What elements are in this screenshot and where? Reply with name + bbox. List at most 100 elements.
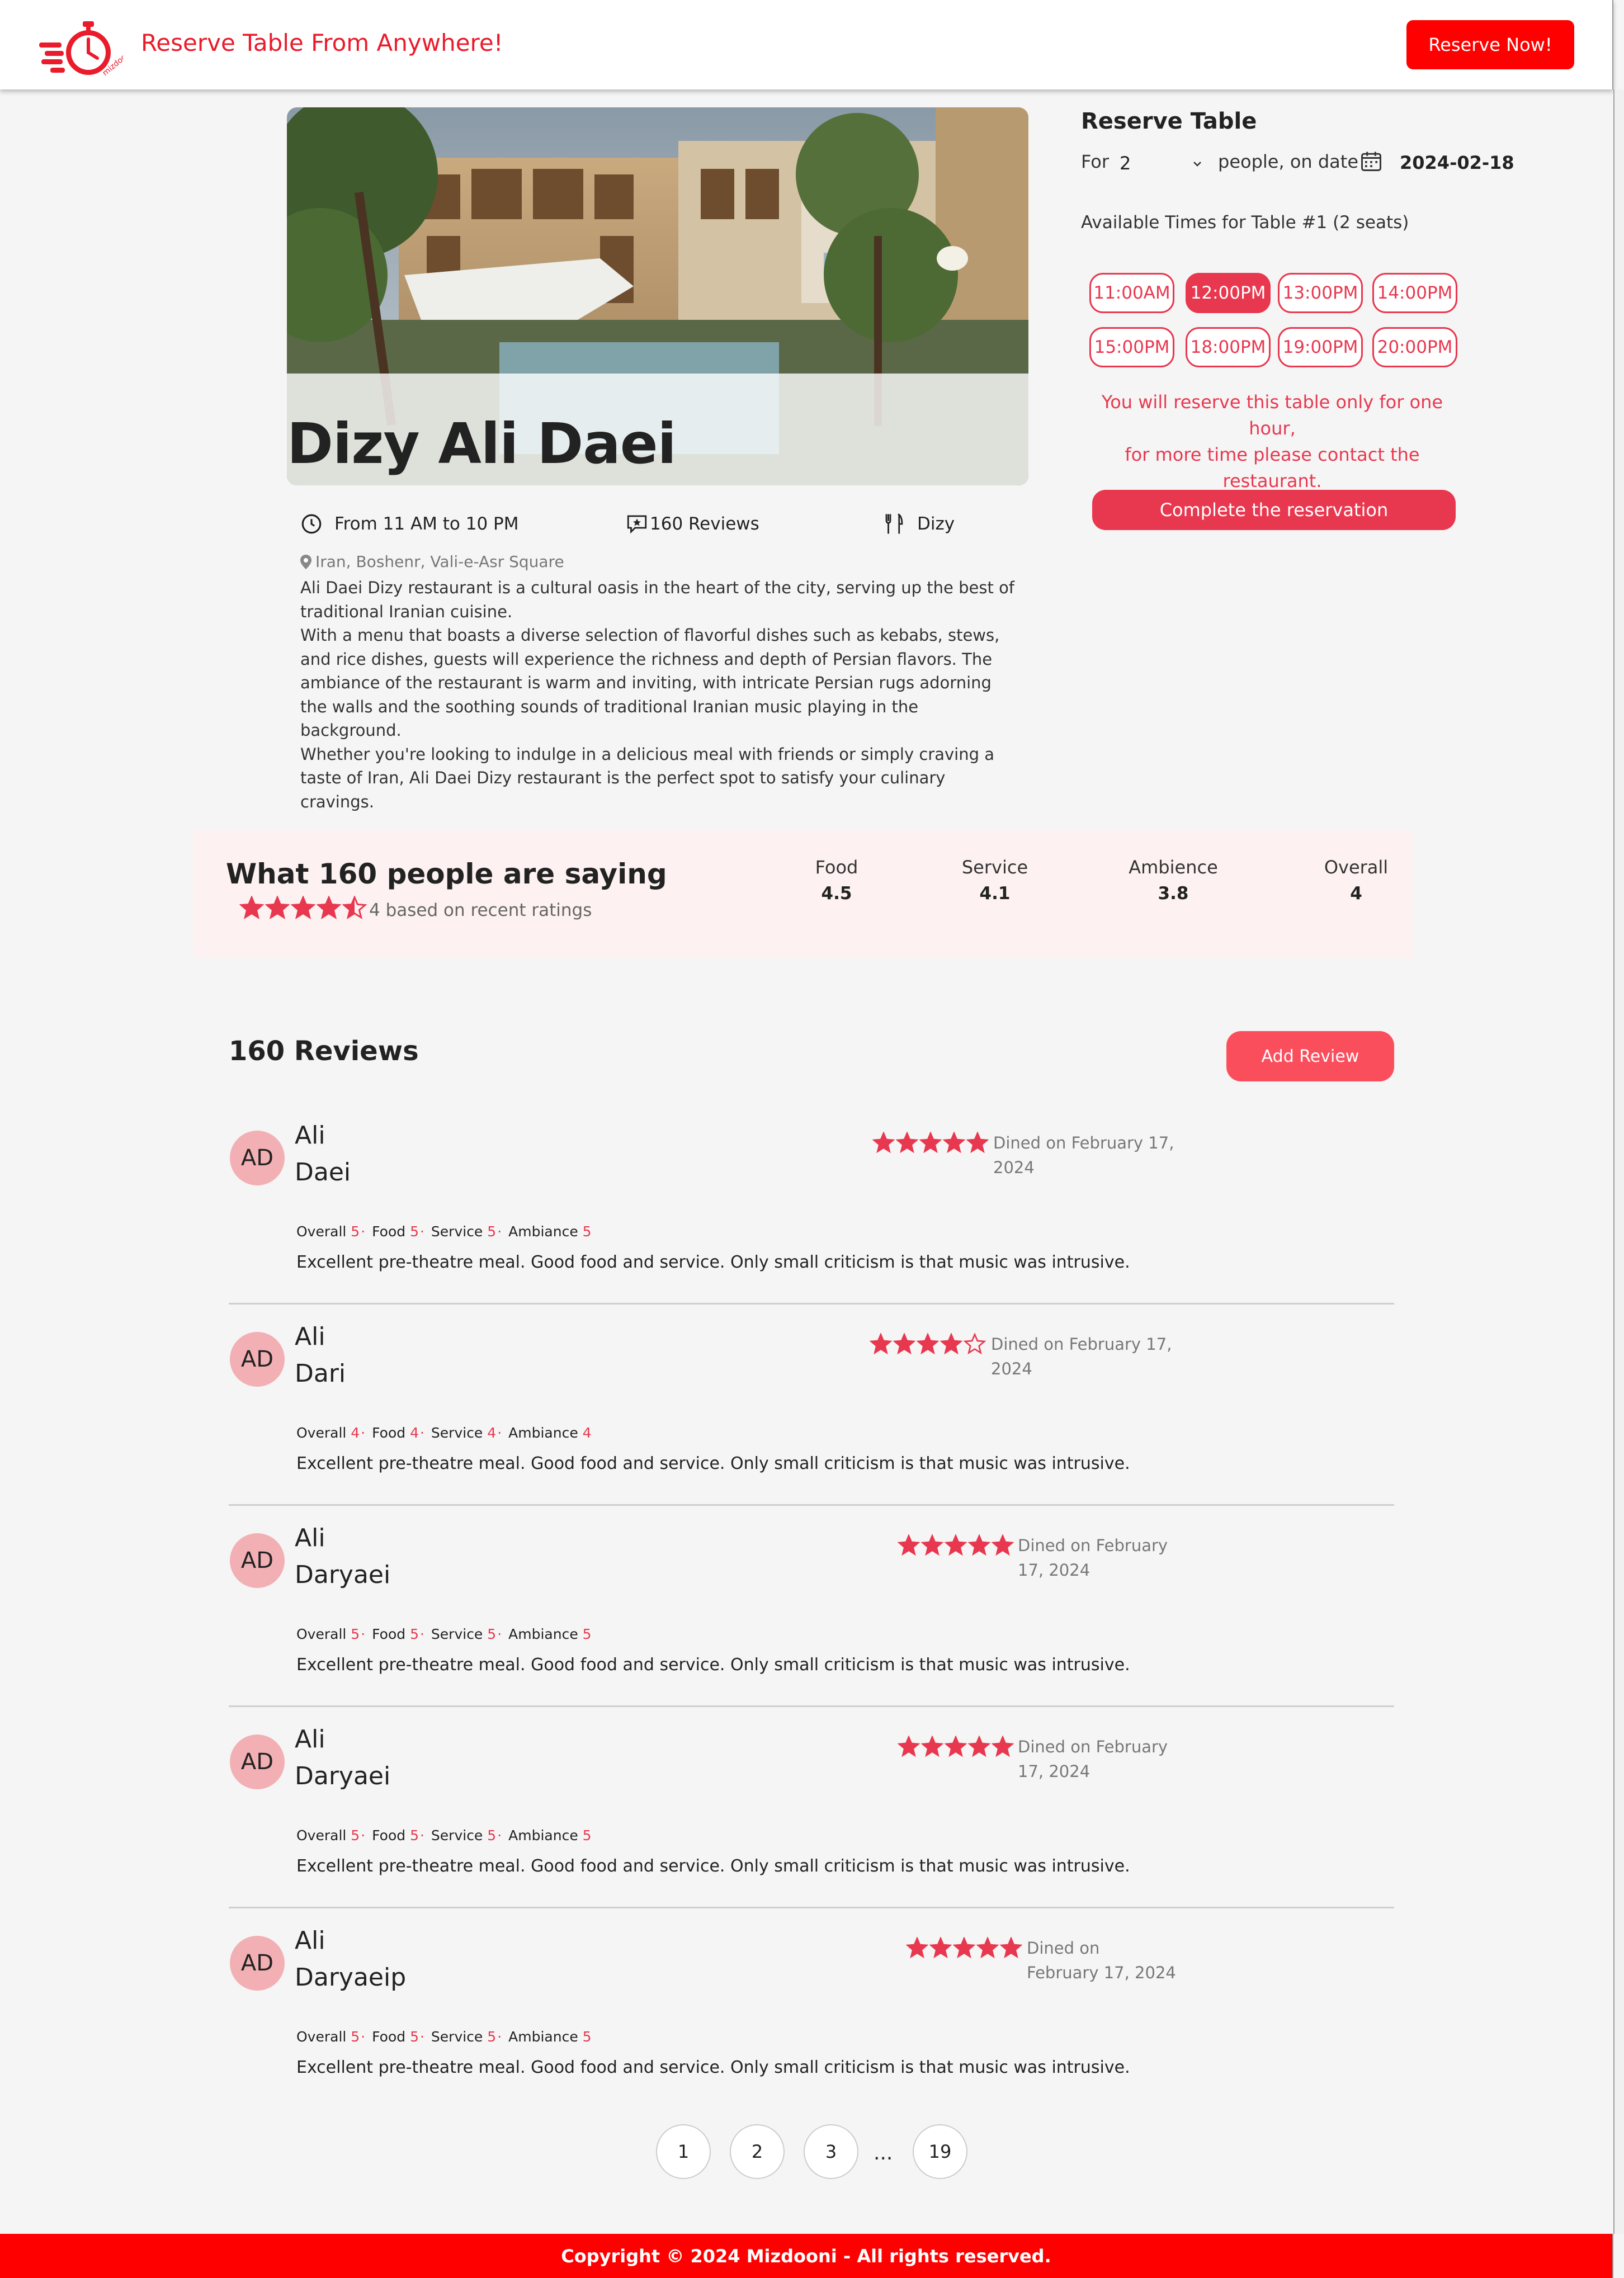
review-stars: [906, 1937, 1023, 1962]
summary-stars: [239, 896, 368, 923]
star-icon: [239, 896, 264, 920]
star-icon: [940, 1333, 962, 1355]
restaurant-description: Ali Daei Dizy restaurant is a cultural o…: [300, 576, 1022, 814]
ratings-summary: What 160 people are saying 4 based on re…: [193, 830, 1413, 957]
score-value: 5: [351, 2029, 360, 2045]
fork-knife-icon: [885, 513, 903, 534]
star-icon: [870, 1333, 892, 1355]
review-text: Excellent pre-theatre meal. Good food an…: [296, 2058, 1130, 2077]
review-scores: Overall 5· Food 5· Service 5· Ambiance 5: [296, 1626, 592, 1642]
star-icon: [317, 896, 341, 920]
location-info: Iran, Boshenr, Vali-e-Asr Square: [300, 552, 564, 571]
avatar: AD: [230, 1936, 285, 1991]
time-slot-button[interactable]: 14:00PM: [1372, 273, 1457, 313]
scrollbar-track[interactable]: [1613, 89, 1624, 2234]
clock-icon: [301, 514, 322, 534]
score-separator: ·: [419, 1827, 424, 1844]
score-value: 5: [410, 2029, 419, 2045]
score-value: 5: [487, 1223, 497, 1240]
mizdooni-logo-icon[interactable]: mizdooni: [39, 20, 123, 79]
reviewer-first-name: Ali: [295, 1322, 325, 1351]
score-separator: ·: [497, 1223, 502, 1240]
reviewer-name: Ali Daryaei: [295, 1721, 462, 1795]
dined-date-line: Dined on February: [1018, 1536, 1168, 1555]
star-icon: [953, 1937, 975, 1959]
star-icon: [291, 896, 315, 920]
page-button-1[interactable]: 1: [656, 2124, 711, 2179]
chevron-down-icon[interactable]: [1191, 158, 1203, 170]
star-icon: [943, 1132, 965, 1154]
metric-value: 3.8: [1158, 883, 1189, 904]
metric-ambience: Ambience 3.8: [1117, 857, 1229, 904]
time-slot-button[interactable]: 11:00AM: [1089, 273, 1174, 313]
review-card: AD Ali Daryaei Dined on February 17, 2024 Ove…: [229, 1715, 1394, 1917]
score-separator: ·: [361, 1626, 366, 1642]
metric-value: 4.1: [979, 883, 1011, 904]
add-review-button[interactable]: Add Review: [1226, 1031, 1394, 1081]
review-scores: Overall 5· Food 5· Service 5· Ambiance 5: [296, 2029, 592, 2045]
reviews-title: 160 Reviews: [229, 1036, 419, 1067]
time-slot-button[interactable]: 19:00PM: [1278, 327, 1363, 367]
score-separator: ·: [419, 1425, 424, 1441]
star-icon: [265, 896, 290, 920]
reviewer-last-name: Daei: [295, 1158, 351, 1187]
dined-date: Dined on February 17, 2024: [1018, 1533, 1168, 1582]
reserve-now-button[interactable]: Reserve Now!: [1406, 20, 1574, 69]
score-separator: ·: [497, 2029, 502, 2045]
star-icon: [945, 1534, 967, 1556]
complete-reservation-button[interactable]: Complete the reservation: [1092, 490, 1456, 530]
score-value: 4: [582, 1425, 592, 1441]
time-slot-button[interactable]: 15:00PM: [1089, 327, 1174, 367]
score-separator: ·: [361, 1223, 366, 1240]
star-icon: [872, 1132, 895, 1154]
star-icon: [921, 1534, 943, 1556]
warning-line: You will reserve this table only for one…: [1101, 391, 1443, 439]
page-button-2[interactable]: 2: [730, 2124, 785, 2179]
time-slot-button[interactable]: 13:00PM: [1278, 273, 1363, 313]
avatar: AD: [230, 1131, 285, 1185]
avatar: AD: [230, 1332, 285, 1387]
review-card: AD Ali Daryaei Dined on February 17, 2024 Ove…: [229, 1514, 1394, 1715]
top-header: mizdooni Reserve Table From Anywhere! Re…: [0, 0, 1613, 89]
page-button-last[interactable]: 19: [913, 2124, 967, 2179]
score-label: Food: [372, 1223, 406, 1240]
cuisine-info: Dizy: [882, 512, 955, 536]
score-label: Overall: [296, 1626, 347, 1642]
star-icon: [968, 1534, 990, 1556]
star-icon: [921, 1736, 943, 1757]
cuisine-text: Dizy: [917, 514, 955, 534]
page-button-3[interactable]: 3: [804, 2124, 858, 2179]
for-label: For: [1081, 151, 1109, 172]
reservation-date[interactable]: 2024-02-18: [1400, 152, 1514, 173]
score-label: Overall: [296, 1223, 347, 1240]
calendar-icon[interactable]: [1359, 149, 1384, 173]
score-label: Service: [431, 1827, 483, 1844]
reviewer-last-name: Daryaeip: [295, 1963, 407, 1992]
footer: Copyright © 2024 Mizdooni - All rights r…: [0, 2234, 1613, 2278]
time-slot-button[interactable]: 18:00PM: [1186, 327, 1271, 367]
review-star-icon: [627, 515, 647, 534]
summary-title: What 160 people are saying: [226, 858, 667, 890]
review-text: Excellent pre-theatre meal. Good food an…: [296, 1253, 1130, 1272]
score-value: 5: [351, 1827, 360, 1844]
hours-info: From 11 AM to 10 PM: [300, 512, 518, 536]
metric-label: Ambience: [1129, 857, 1218, 878]
review-divider: [229, 1907, 1394, 1908]
score-value: 5: [351, 1626, 360, 1642]
star-icon: [917, 1333, 939, 1355]
page-ellipsis: ...: [874, 2142, 893, 2164]
dined-date-line: 2024: [991, 1359, 1032, 1378]
score-label: Food: [372, 2029, 406, 2045]
dined-date-line: 17, 2024: [1018, 1561, 1090, 1580]
score-label: Service: [431, 2029, 483, 2045]
reviews-count-info[interactable]: 160 Reviews: [625, 512, 759, 536]
star-icon: [976, 1937, 999, 1959]
reviewer-name: Ali Dari: [295, 1318, 462, 1392]
score-separator: ·: [419, 1626, 424, 1642]
time-slot-button[interactable]: 12:00PM: [1186, 273, 1271, 313]
dined-date-line: Dined on: [1027, 1939, 1100, 1958]
summary-basis: 4 based on recent ratings: [369, 900, 592, 920]
score-value: 5: [410, 1827, 419, 1844]
time-slot-button[interactable]: 20:00PM: [1372, 327, 1457, 367]
score-label: Service: [431, 1626, 483, 1642]
